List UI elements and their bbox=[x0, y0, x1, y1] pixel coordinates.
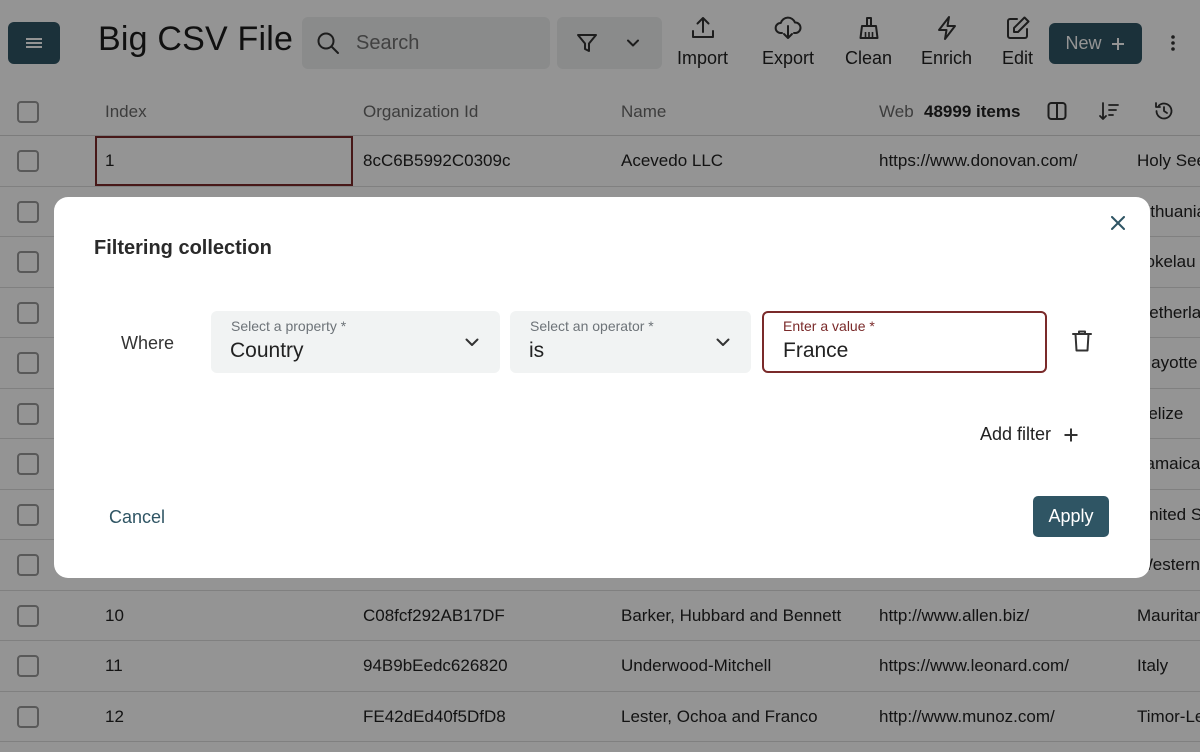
trash-icon[interactable] bbox=[1071, 329, 1093, 353]
operator-select-label: Select an operator * bbox=[530, 318, 654, 334]
close-button[interactable] bbox=[1108, 213, 1128, 233]
add-filter-button[interactable]: Add filter bbox=[980, 424, 1079, 445]
apply-button[interactable]: Apply bbox=[1033, 496, 1109, 537]
close-icon bbox=[1111, 216, 1125, 230]
chevron-down-icon bbox=[716, 338, 730, 346]
value-input-text[interactable]: France bbox=[783, 339, 848, 363]
cancel-button[interactable]: Cancel bbox=[109, 507, 165, 528]
value-input[interactable]: Enter a value * France bbox=[762, 311, 1047, 373]
dialog-title: Filtering collection bbox=[94, 237, 272, 259]
plus-icon bbox=[1064, 428, 1078, 441]
property-select-label: Select a property * bbox=[231, 318, 347, 334]
operator-select-value: is bbox=[529, 339, 545, 362]
filter-dialog: Filtering collection Where Select a prop… bbox=[54, 197, 1150, 578]
chevron-down-icon bbox=[465, 338, 479, 346]
where-label: Where bbox=[121, 333, 175, 353]
property-select[interactable]: Select a property * Country bbox=[211, 311, 500, 373]
operator-select[interactable]: Select an operator * is bbox=[510, 311, 751, 373]
add-filter-label: Add filter bbox=[980, 424, 1052, 444]
value-input-label: Enter a value * bbox=[783, 318, 875, 334]
property-select-value: Country bbox=[230, 339, 304, 362]
